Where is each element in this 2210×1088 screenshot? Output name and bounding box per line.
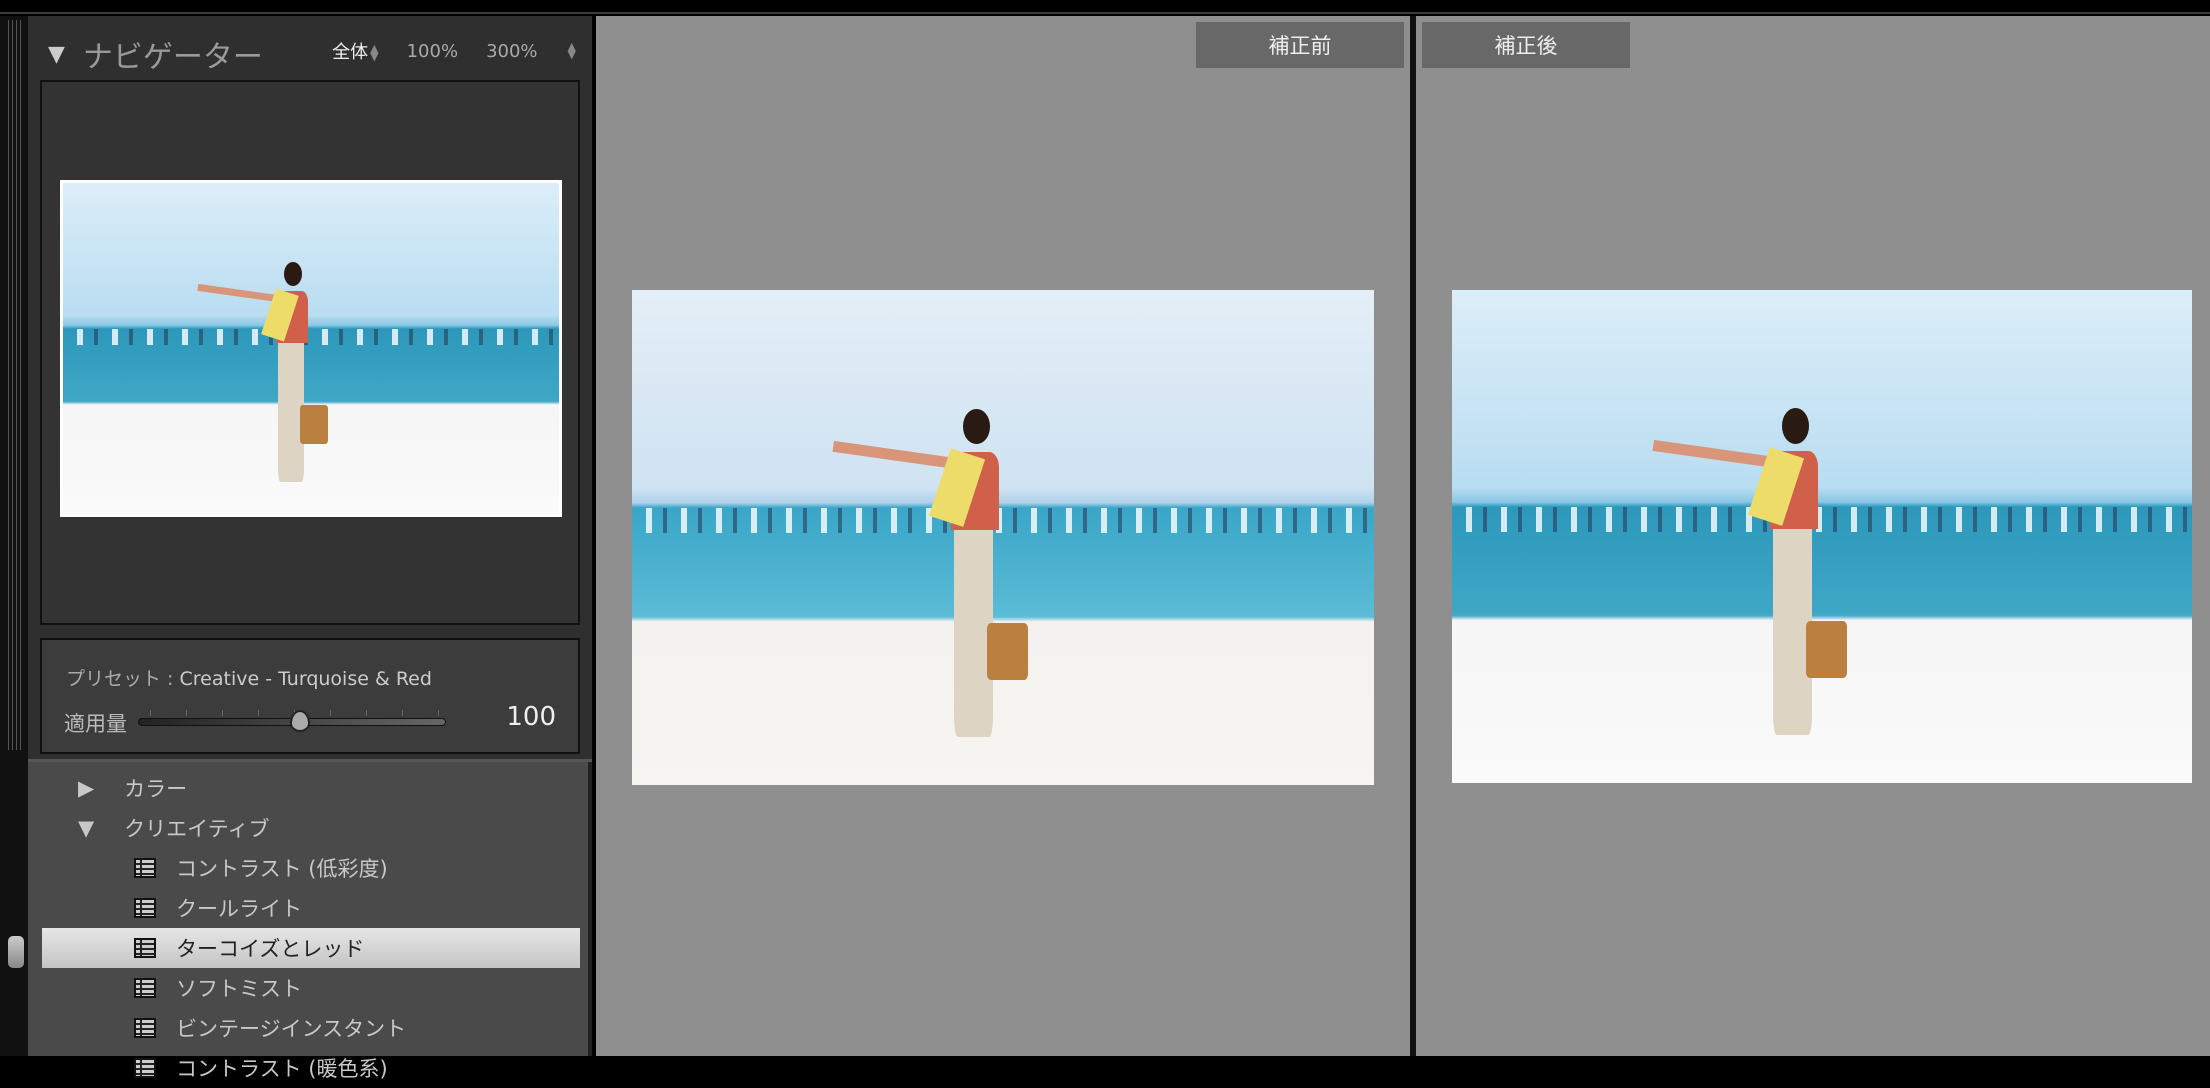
preset-item[interactable]: コントラスト (暖色系) [42, 1048, 580, 1088]
before-view: 補正前 [596, 16, 1410, 1056]
preset-name-value: Creative - Turquoise & Red [179, 668, 432, 690]
after-view: 補正後 [1416, 16, 2210, 1056]
preset-item-label: ターコイズとレッド [176, 937, 365, 961]
navigator-thumbnail[interactable] [60, 180, 562, 517]
expand-triangle-icon: ▶ [78, 776, 95, 800]
navigator-preview [40, 80, 580, 625]
collapse-triangle-icon: ▼ [78, 816, 95, 840]
zoom-fit[interactable]: 全体 ▲ ▼ [332, 38, 378, 64]
preset-icon [134, 1018, 156, 1038]
amount-label: 適用量 [64, 712, 127, 736]
updown-icon: ▲ ▼ [370, 42, 379, 63]
amount-slider-knob[interactable] [290, 710, 310, 732]
preset-item-label: ビンテージインスタント [176, 1017, 407, 1041]
preset-prefix: プリセット : [66, 668, 174, 690]
preset-icon [134, 978, 156, 998]
amount-value[interactable]: 100 [506, 702, 556, 732]
preset-item[interactable]: コントラスト (低彩度) [42, 848, 580, 888]
preset-item-selected[interactable]: ターコイズとレッド [42, 928, 580, 968]
preset-name: プリセット : Creative - Turquoise & Red [66, 664, 432, 691]
preset-item-label: コントラスト (低彩度) [176, 857, 388, 881]
top-bar [0, 0, 2210, 14]
preset-item[interactable]: クールライト [42, 888, 580, 928]
zoom-options: 全体 ▲ ▼ 100% 300% ▲ ▼ [332, 38, 576, 64]
group-label: クリエイティブ [124, 817, 270, 841]
before-label: 補正前 [1196, 22, 1404, 68]
scrollbar-thumb[interactable] [8, 936, 24, 968]
zoom-updown-icon[interactable]: ▲ ▼ [568, 41, 576, 60]
preset-item-label: クールライト [176, 897, 302, 921]
zoom-300[interactable]: 300% [486, 41, 537, 62]
left-panel: ▼ ナビゲーター 全体 ▲ ▼ 100% 300% ▲ ▼ プリセット : Creat… [28, 16, 592, 1081]
preset-icon [134, 858, 156, 878]
preset-item-label: ソフトミスト [176, 977, 302, 1001]
preset-group-creative[interactable]: ▼ クリエイティブ [28, 808, 592, 848]
preset-amount-box: プリセット : Creative - Turquoise & Red 適用量 1… [40, 638, 580, 754]
navigator-header[interactable]: ▼ ナビゲーター [48, 32, 263, 76]
group-label: カラー [124, 777, 188, 801]
zoom-100[interactable]: 100% [407, 41, 458, 62]
navigator-panel: ▼ ナビゲーター 全体 ▲ ▼ 100% 300% ▲ ▼ プリセット : Creat… [28, 16, 592, 762]
preset-group-color[interactable]: ▶ カラー [28, 768, 592, 808]
zoom-fit-label: 全体 [332, 42, 369, 63]
after-photo[interactable] [1452, 290, 2192, 783]
preset-icon [134, 1058, 156, 1078]
after-label: 補正後 [1422, 22, 1630, 68]
preset-icon [134, 938, 156, 958]
navigator-title: ナビゲーター [82, 40, 263, 75]
preset-item[interactable]: ビンテージインスタント [42, 1008, 580, 1048]
left-panel-edge [0, 16, 30, 1056]
before-photo[interactable] [632, 290, 1374, 785]
panel-grip[interactable] [8, 20, 24, 750]
collapse-triangle-icon[interactable]: ▼ [48, 42, 65, 67]
preset-item[interactable]: ソフトミスト [42, 968, 580, 1008]
preset-item-label: コントラスト (暖色系) [176, 1057, 388, 1081]
preset-list: ▶ カラー ▼ クリエイティブ コントラスト (低彩度) クールライト ターコイズと… [28, 768, 592, 1088]
preset-icon [134, 898, 156, 918]
